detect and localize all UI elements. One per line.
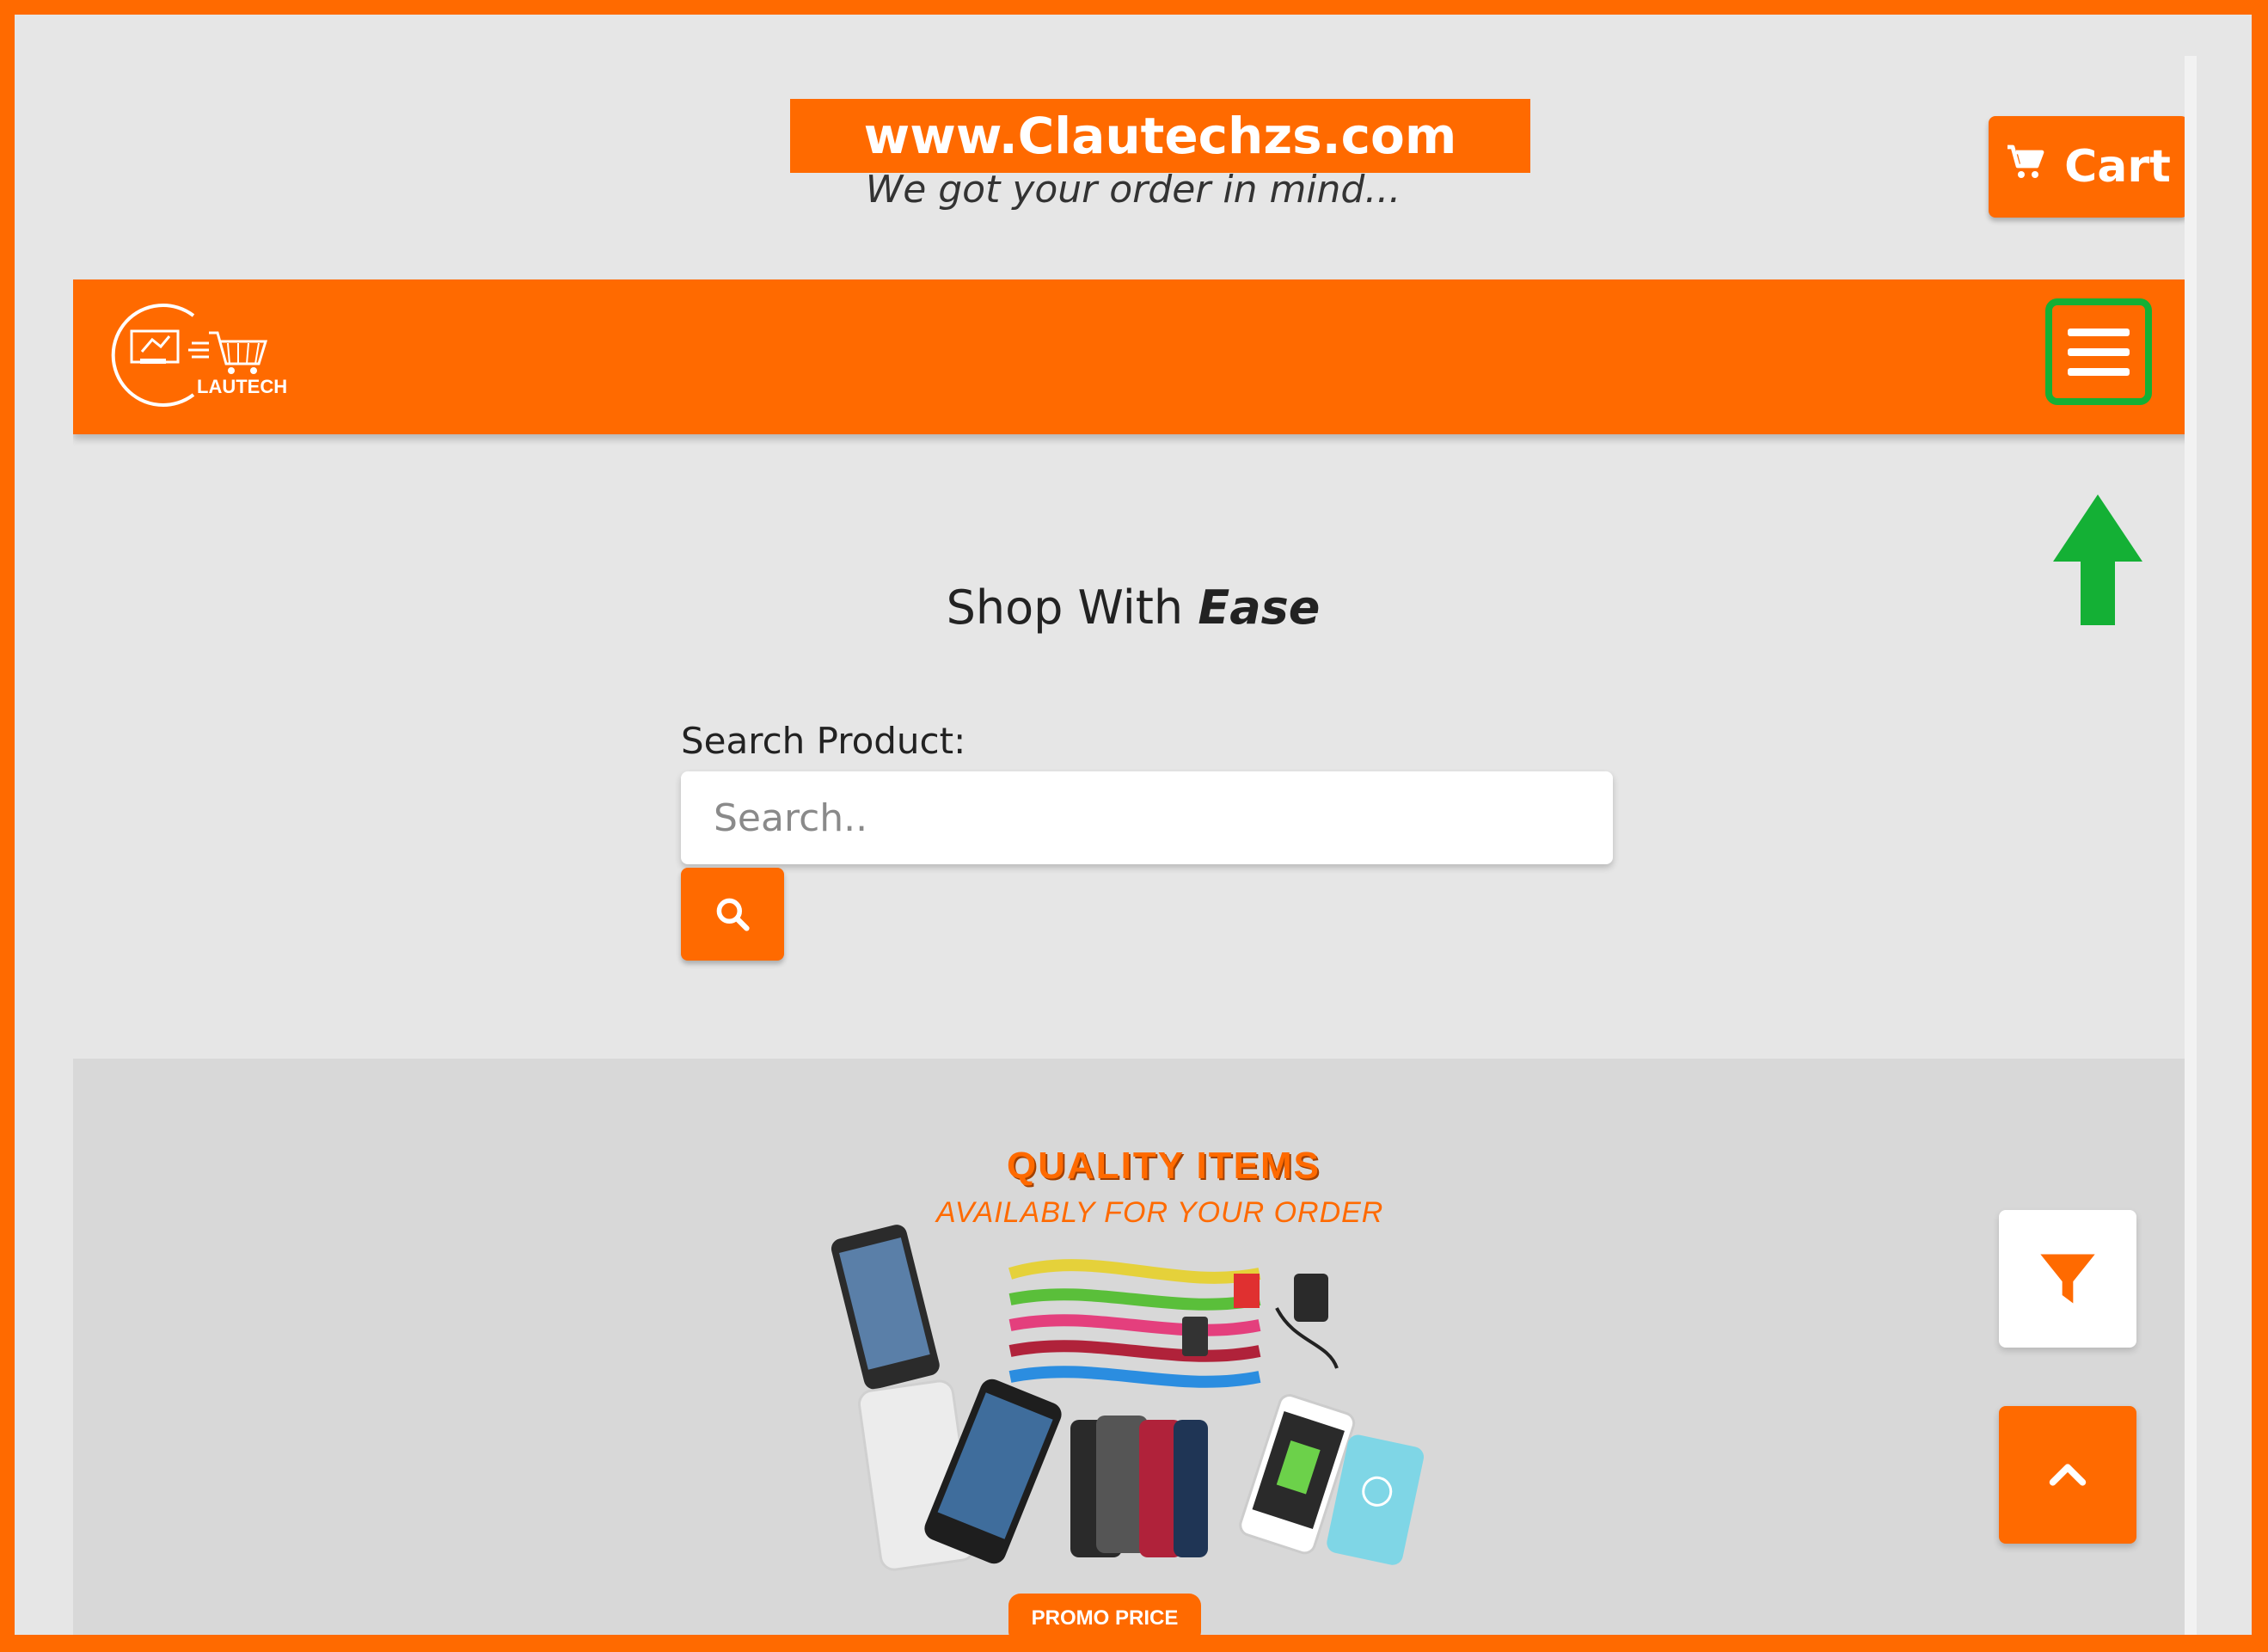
scrollbar-track[interactable] <box>2185 56 2197 1635</box>
filter-icon <box>2040 1254 2095 1304</box>
search-button[interactable] <box>681 868 784 961</box>
hero-title-emphasis: Ease <box>1198 580 1321 635</box>
main-navbar: LAUTECH <box>73 279 2193 434</box>
web-page: www.Clautechzs.com We got your order in … <box>73 56 2193 1635</box>
hamburger-icon-bar <box>2068 328 2130 336</box>
logo-text: LAUTECH <box>197 376 288 397</box>
cart-button[interactable]: Cart <box>1989 116 2188 218</box>
hamburger-menu-button[interactable] <box>2045 298 2152 405</box>
promo-products-image <box>831 1225 1425 1571</box>
screenshot-frame: www.Clautechzs.com We got your order in … <box>15 15 2252 1635</box>
search-label: Search Product: <box>681 720 966 762</box>
scroll-to-top-button[interactable] <box>1999 1406 2136 1544</box>
site-tagline: We got your order in mind... <box>865 168 1401 212</box>
hero-title: Shop With Ease <box>73 580 2193 635</box>
chevron-up-icon <box>2049 1464 2087 1486</box>
url-banner: www.Clautechzs.com <box>790 99 1530 173</box>
hero-title-plain: Shop With <box>946 580 1184 635</box>
search-icon <box>716 898 750 931</box>
promo-price-button[interactable]: PROMO PRICE <box>1008 1594 1201 1635</box>
hamburger-icon-bar <box>2068 347 2130 356</box>
hamburger-icon-bar <box>2068 367 2130 376</box>
site-logo[interactable]: LAUTECH <box>107 298 297 410</box>
search-input[interactable] <box>681 771 1613 864</box>
filter-button[interactable] <box>1999 1210 2136 1348</box>
cart-icon <box>2006 141 2047 193</box>
cart-label: Cart <box>2064 141 2171 193</box>
promo-banner-section: QUALITY ITEMS AVAILABLY FOR YOUR ORDER P… <box>73 1059 2193 1635</box>
promo-title: QUALITY ITEMS <box>1007 1145 1321 1187</box>
